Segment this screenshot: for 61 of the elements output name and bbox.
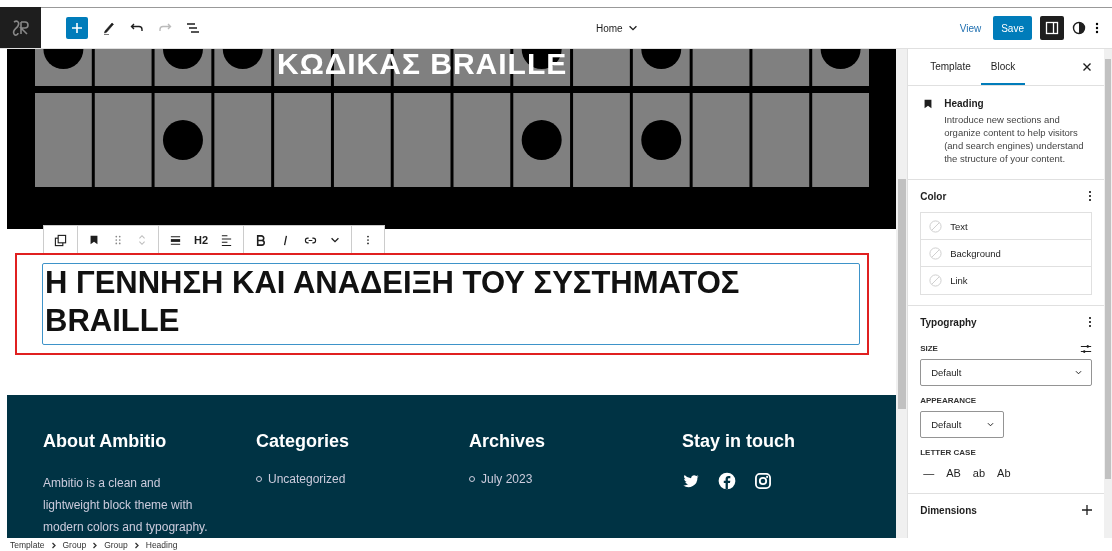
empty-swatch-icon: [929, 274, 943, 287]
sidebar-tab[interactable]: Block: [980, 49, 1026, 85]
empty-swatch-icon: [929, 246, 943, 260]
block-description: Introduce new sections and organize content to help visitors (and search engines) understand the structure of your content.: [944, 113, 1085, 165]
more-options-icon[interactable]: [1088, 316, 1092, 328]
add-block-button[interactable]: [66, 17, 88, 39]
footer-heading: Stay in touch: [682, 431, 796, 452]
pencil-icon[interactable]: [102, 21, 116, 35]
letter-case-option[interactable]: Ab: [994, 463, 1014, 483]
chevron-down-icon: [1074, 368, 1084, 377]
duplicate-icon[interactable]: [54, 233, 67, 247]
footer-heading: Archives: [469, 431, 547, 452]
letter-case-option[interactable]: ab: [969, 463, 989, 483]
bird-icon[interactable]: [682, 472, 700, 490]
field-label: LETTER CASE: [920, 448, 977, 457]
chevron-right-icon: [133, 541, 140, 549]
field-label: APPEARANCE: [920, 396, 978, 405]
panel-title[interactable]: Dimensions: [920, 504, 977, 516]
bookmark-icon[interactable]: [88, 234, 100, 246]
list-view-icon[interactable]: [186, 21, 200, 35]
breadcrumb[interactable]: Template: [10, 540, 45, 550]
view-link[interactable]: View: [959, 22, 982, 34]
field-label: SIZE: [920, 344, 938, 353]
text-align-icon[interactable]: [220, 233, 234, 247]
footer-link[interactable]: Uncategorized: [268, 472, 346, 486]
appearance-select[interactable]: Default: [920, 411, 1005, 438]
more-options-icon[interactable]: [1088, 190, 1092, 202]
instagram-icon[interactable]: [754, 472, 772, 490]
breadcrumb[interactable]: Group: [62, 540, 87, 550]
footer-heading: About Ambitio: [43, 431, 168, 452]
plus-icon: [71, 22, 83, 34]
letter-case-option[interactable]: —: [920, 463, 938, 483]
save-button[interactable]: Save: [993, 16, 1032, 40]
bold-icon[interactable]: [254, 233, 268, 247]
empty-swatch-icon: [929, 219, 943, 233]
more-options-icon[interactable]: [1094, 21, 1100, 35]
drag-handle-icon[interactable]: [112, 234, 124, 246]
footer-paragraph: Ambitio is a clean and lightweight block theme with modern colors and typography.: [43, 475, 209, 536]
letter-case-option[interactable]: AB: [943, 463, 964, 483]
block-name: Heading: [944, 98, 985, 109]
sidebar-toggle-icon[interactable]: [1040, 16, 1064, 40]
heading-block[interactable]: Η ΓΕΝΝΗΣΗ ΚΑΙ ΑΝΑΔΕΙΞΗ ΤΟΥ ΣΥΣΤΗΜΑΤΟΣ BRAILLE: [42, 263, 860, 345]
chevron-right-icon: [50, 541, 57, 549]
panel-title[interactable]: Color: [920, 190, 947, 202]
chevron-right-icon: [92, 541, 99, 549]
contrast-icon[interactable]: [1072, 21, 1086, 35]
document-title-button[interactable]: Home: [596, 22, 639, 34]
sliders-icon[interactable]: [1080, 342, 1092, 355]
chevron-down-icon: [986, 420, 996, 429]
footer-heading: Categories: [256, 431, 351, 452]
breadcrumb[interactable]: Heading: [145, 540, 178, 550]
site-logo[interactable]: [0, 7, 41, 48]
add-icon[interactable]: [1082, 502, 1092, 518]
breadcrumb[interactable]: Group: [104, 540, 128, 550]
align-icon[interactable]: [169, 233, 182, 247]
size-select[interactable]: Default: [920, 359, 1093, 386]
facebook-icon[interactable]: [718, 472, 736, 490]
heading-level-button[interactable]: H2: [194, 234, 209, 246]
panel-title[interactable]: Typography: [920, 316, 977, 328]
sidebar-tab[interactable]: Template: [920, 49, 981, 85]
footer-link[interactable]: July 2023: [481, 472, 533, 486]
